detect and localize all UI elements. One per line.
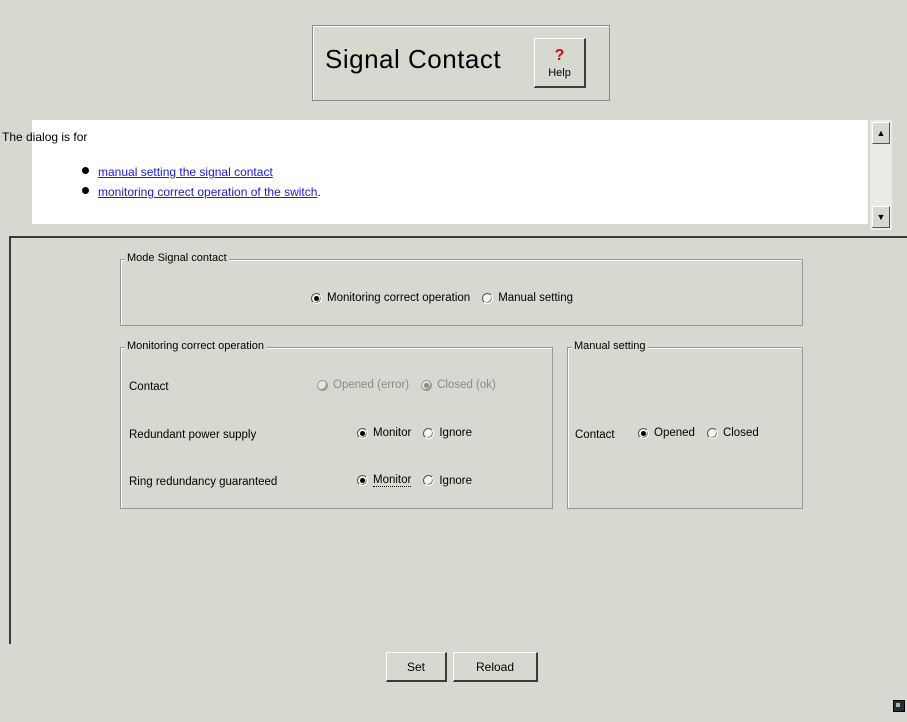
radio-manual-closed[interactable]: Closed <box>706 427 759 439</box>
link-monitoring-operation[interactable]: monitoring correct operation of the swit… <box>98 185 317 199</box>
manual-setting-group: Manual setting Contact Opened Closed <box>567 340 803 509</box>
radio-button[interactable] <box>423 475 435 486</box>
contact-label: Contact <box>129 381 169 393</box>
ring-redundancy-options: Monitor Ignore <box>357 474 484 487</box>
info-list-item: manual setting the signal contact <box>82 164 321 184</box>
radio-label: Monitoring correct operation <box>327 292 471 304</box>
ring-redundancy-label: Ring redundancy guaranteed <box>129 476 278 488</box>
radio-button[interactable] <box>482 292 494 304</box>
power-supply-options: Monitor Ignore <box>357 427 484 439</box>
status-indicator-icon <box>893 700 905 712</box>
manual-contact-options: Opened Closed <box>638 427 771 439</box>
page-title: Signal Contact <box>325 44 502 74</box>
radio-label: Ignore <box>439 427 472 439</box>
radio-button <box>317 379 328 391</box>
radio-closed-ok: Closed (ok) <box>421 379 496 391</box>
group-legend: Manual setting <box>572 340 648 352</box>
radio-opened-error: Opened (error) <box>317 379 409 391</box>
help-label: Help <box>548 66 571 79</box>
group-legend: Monitoring correct operation <box>125 340 266 352</box>
radio-button[interactable] <box>357 475 368 486</box>
radio-ring-ignore[interactable]: Ignore <box>423 475 472 487</box>
help-icon: ? <box>554 46 565 64</box>
radio-power-monitor[interactable]: Monitor <box>357 427 411 439</box>
reload-button[interactable]: Reload <box>453 652 538 682</box>
radio-monitoring-correct-operation[interactable]: Monitoring correct operation <box>311 292 470 304</box>
radio-button[interactable] <box>638 427 649 439</box>
info-scrollbar[interactable]: ▲ ▼ <box>870 120 892 230</box>
radio-button[interactable] <box>423 427 435 439</box>
mode-signal-contact-group: Mode Signal contact Monitoring correct o… <box>120 252 803 326</box>
info-list-item: monitoring correct operation of the swit… <box>82 184 321 204</box>
set-button[interactable]: Set <box>386 652 447 682</box>
group-legend: Mode Signal contact <box>125 252 229 264</box>
radio-button[interactable] <box>357 427 368 439</box>
radio-label: Opened (error) <box>333 379 410 391</box>
radio-button[interactable] <box>311 292 322 304</box>
manual-contact-label: Contact <box>575 429 615 441</box>
radio-label: Monitor <box>373 427 412 439</box>
radio-ring-monitor[interactable]: Monitor <box>357 474 412 487</box>
help-button[interactable]: ? Help <box>534 38 586 88</box>
info-intro: The dialog is for <box>2 130 88 144</box>
radio-button[interactable] <box>706 427 718 439</box>
radio-label: Closed <box>722 427 759 439</box>
radio-label: Manual setting <box>498 292 573 304</box>
info-list: manual setting the signal contact monito… <box>82 164 321 204</box>
scroll-up-icon[interactable]: ▲ <box>872 122 890 144</box>
info-panel: The dialog is for manual setting the sig… <box>2 120 868 224</box>
radio-manual-setting[interactable]: Manual setting <box>482 292 573 304</box>
bullet-icon <box>82 187 89 194</box>
radio-label: Ignore <box>439 474 472 487</box>
mode-options: Monitoring correct operation Manual sett… <box>311 292 585 304</box>
link-manual-setting[interactable]: manual setting the signal contact <box>98 165 273 179</box>
radio-label: Monitor <box>373 474 412 487</box>
title-panel: Signal Contact ? Help <box>312 25 610 101</box>
radio-button <box>421 379 433 391</box>
radio-manual-opened[interactable]: Opened <box>638 427 695 439</box>
redundant-power-supply-label: Redundant power supply <box>129 429 257 441</box>
radio-label: Opened <box>654 427 695 439</box>
radio-label: Closed (ok) <box>437 379 496 391</box>
contact-options: Opened (error) Closed (ok) <box>317 379 508 391</box>
period-text: . <box>317 185 321 199</box>
scroll-down-icon[interactable]: ▼ <box>872 206 890 228</box>
bullet-icon <box>82 167 89 174</box>
monitoring-group: Monitoring correct operation Contact Ope… <box>120 340 553 509</box>
radio-power-ignore[interactable]: Ignore <box>423 427 472 439</box>
